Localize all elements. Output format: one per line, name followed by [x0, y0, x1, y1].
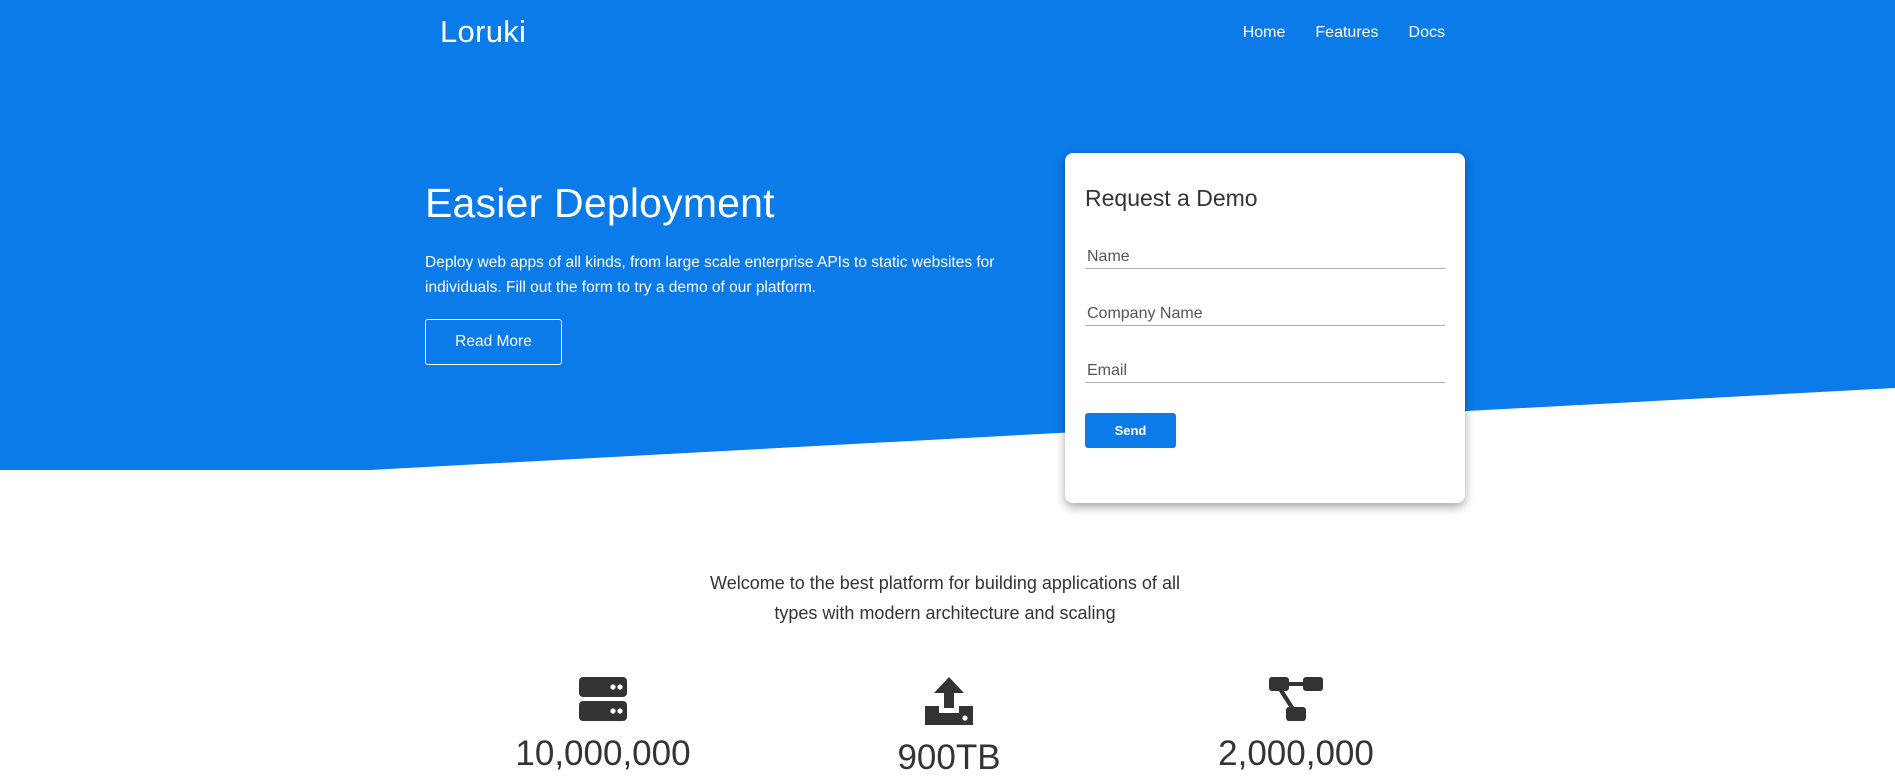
stat-servers: 10,000,000: [483, 676, 723, 774]
stat-value: 10,000,000: [515, 734, 691, 773]
demo-request-card: Request a Demo Send: [1065, 153, 1465, 503]
brand-logo[interactable]: Loruki: [440, 14, 526, 50]
server-icon: [579, 677, 627, 721]
hero-background: [0, 0, 1895, 470]
stat-value: 2,000,000: [1218, 734, 1374, 773]
stat-storage: 900TB: [829, 676, 1069, 778]
upload-icon: [925, 677, 973, 725]
project-diagram-icon: [1269, 677, 1323, 721]
demo-form-title: Request a Demo: [1085, 185, 1258, 211]
send-button[interactable]: Send: [1085, 413, 1176, 448]
nav-home[interactable]: Home: [1243, 24, 1286, 42]
hero-description: Deploy web apps of all kinds, from large…: [425, 254, 995, 296]
read-more-button[interactable]: Read More: [425, 319, 562, 365]
welcome-text: Welcome to the best platform for buildin…: [710, 573, 1180, 623]
main-nav: Home Features Docs: [1243, 24, 1445, 42]
stat-projects: 2,000,000: [1176, 676, 1416, 774]
hero-title: Easier Deployment: [425, 180, 775, 226]
company-name-input[interactable]: [1085, 302, 1445, 326]
stat-value: 900TB: [897, 738, 1001, 777]
nav-docs[interactable]: Docs: [1409, 24, 1445, 42]
email-input[interactable]: [1085, 359, 1445, 383]
nav-features[interactable]: Features: [1315, 24, 1378, 42]
name-input[interactable]: [1085, 245, 1445, 269]
